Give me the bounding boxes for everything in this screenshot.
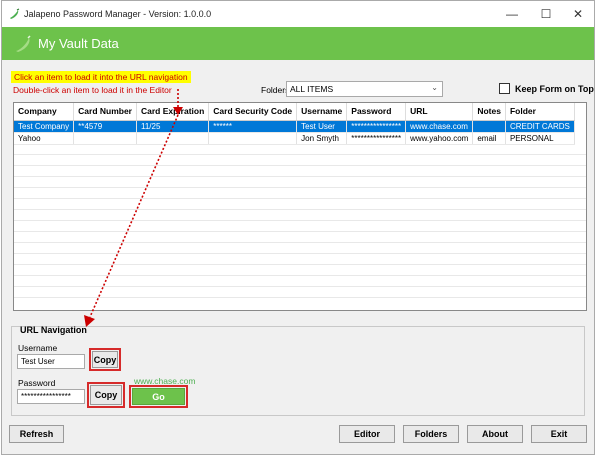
column-header[interactable]: URL	[405, 103, 474, 121]
folders-selected-value: ALL ITEMS	[290, 84, 334, 94]
copy-label: Copy	[94, 390, 118, 400]
maximize-icon: ☐	[540, 7, 552, 21]
app-window: Jalapeno Password Manager - Version: 1.0…	[1, 0, 595, 455]
checkbox-box[interactable]	[499, 83, 510, 94]
folders-button[interactable]: Folders	[403, 425, 459, 443]
hint-load-url: Click an item to load it into the URL na…	[11, 71, 191, 83]
table-cell: ******	[208, 120, 298, 133]
table-cell: Test User	[296, 120, 348, 133]
column-header[interactable]: Notes	[472, 103, 506, 121]
go-label: Go	[152, 391, 165, 402]
column-header[interactable]: Company	[14, 103, 75, 121]
url-navigation-panel: URL Navigation Username Test User Copy P…	[11, 325, 585, 416]
username-label: Username	[18, 343, 58, 353]
table-cell: Test Company	[14, 120, 75, 133]
table-cell: www.chase.com	[405, 120, 474, 133]
refresh-label: Refresh	[19, 429, 54, 439]
table-row[interactable]: Test Company **4579 11/25 ****** Test Us…	[14, 120, 575, 133]
empty-grid-lines	[14, 144, 586, 298]
column-header[interactable]: Username	[296, 103, 348, 121]
password-field[interactable]: ****************	[17, 389, 85, 404]
column-header[interactable]: Card Number	[73, 103, 137, 121]
title-bar: Jalapeno Password Manager - Version: 1.0…	[2, 1, 594, 27]
hint-load-editor: Double-click an item to load it in the E…	[13, 85, 172, 95]
close-button[interactable]: ✕	[562, 5, 594, 23]
password-value: ****************	[21, 392, 71, 401]
username-field[interactable]: Test User	[17, 354, 85, 369]
minimize-button[interactable]: —	[496, 5, 528, 23]
copy-username-button[interactable]: Copy	[92, 351, 118, 368]
column-header[interactable]: Card Security Code	[208, 103, 298, 121]
table-cell	[472, 120, 506, 133]
column-header[interactable]: Folder	[505, 103, 575, 121]
maximize-button[interactable]: ☐	[530, 5, 562, 23]
table-cell: **4579	[73, 120, 137, 133]
table-cell: www.yahoo.com	[405, 132, 474, 145]
close-icon: ✕	[572, 7, 584, 21]
about-label: About	[482, 429, 508, 439]
jalapeno-logo-icon	[10, 8, 20, 19]
keep-on-top-label: Keep Form on Top	[515, 83, 594, 94]
table-cell	[73, 132, 137, 145]
chevron-down-icon: ⌄	[431, 83, 438, 92]
table-header-row: Company Card Number Card Expiration Card…	[14, 103, 575, 121]
exit-button[interactable]: Exit	[531, 425, 587, 443]
column-header[interactable]: Password	[346, 103, 407, 121]
editor-button[interactable]: Editor	[339, 425, 395, 443]
vault-grid[interactable]: Company Card Number Card Expiration Card…	[13, 102, 587, 311]
vault-table: Company Card Number Card Expiration Card…	[14, 103, 575, 145]
table-cell: Yahoo	[14, 132, 75, 145]
copy-password-button[interactable]: Copy	[90, 385, 122, 405]
go-button[interactable]: Go	[132, 388, 185, 405]
minimize-icon: —	[506, 7, 518, 21]
editor-label: Editor	[354, 429, 380, 439]
about-button[interactable]: About	[467, 425, 523, 443]
table-cell	[208, 132, 298, 145]
pepper-icon	[16, 35, 31, 52]
table-cell: ****************	[346, 120, 407, 133]
keep-on-top-checkbox[interactable]: Keep Form on Top	[499, 83, 594, 94]
folders-button-label: Folders	[414, 429, 448, 439]
exit-label: Exit	[550, 429, 568, 439]
window-title: Jalapeno Password Manager - Version: 1.0…	[24, 9, 212, 19]
table-cell: PERSONAL	[505, 132, 575, 145]
column-header[interactable]: Card Expiration	[136, 103, 210, 121]
header-banner: My Vault Data	[2, 27, 594, 60]
url-navigation-title: URL Navigation	[20, 325, 87, 335]
password-label: Password	[18, 378, 56, 388]
table-cell: email	[472, 132, 506, 145]
table-row[interactable]: Yahoo Jon Smyth **************** www.yah…	[14, 132, 575, 145]
table-cell	[136, 132, 210, 145]
folders-dropdown[interactable]: ALL ITEMS ⌄	[286, 81, 443, 97]
table-cell: Jon Smyth	[296, 132, 348, 145]
page-title: My Vault Data	[38, 36, 119, 51]
table-cell: CREDIT CARDS	[505, 120, 575, 133]
username-value: Test User	[21, 357, 55, 366]
copy-label: Copy	[93, 354, 117, 365]
table-cell: 11/25	[136, 120, 210, 133]
table-cell: ****************	[346, 132, 407, 145]
refresh-button[interactable]: Refresh	[9, 425, 64, 443]
